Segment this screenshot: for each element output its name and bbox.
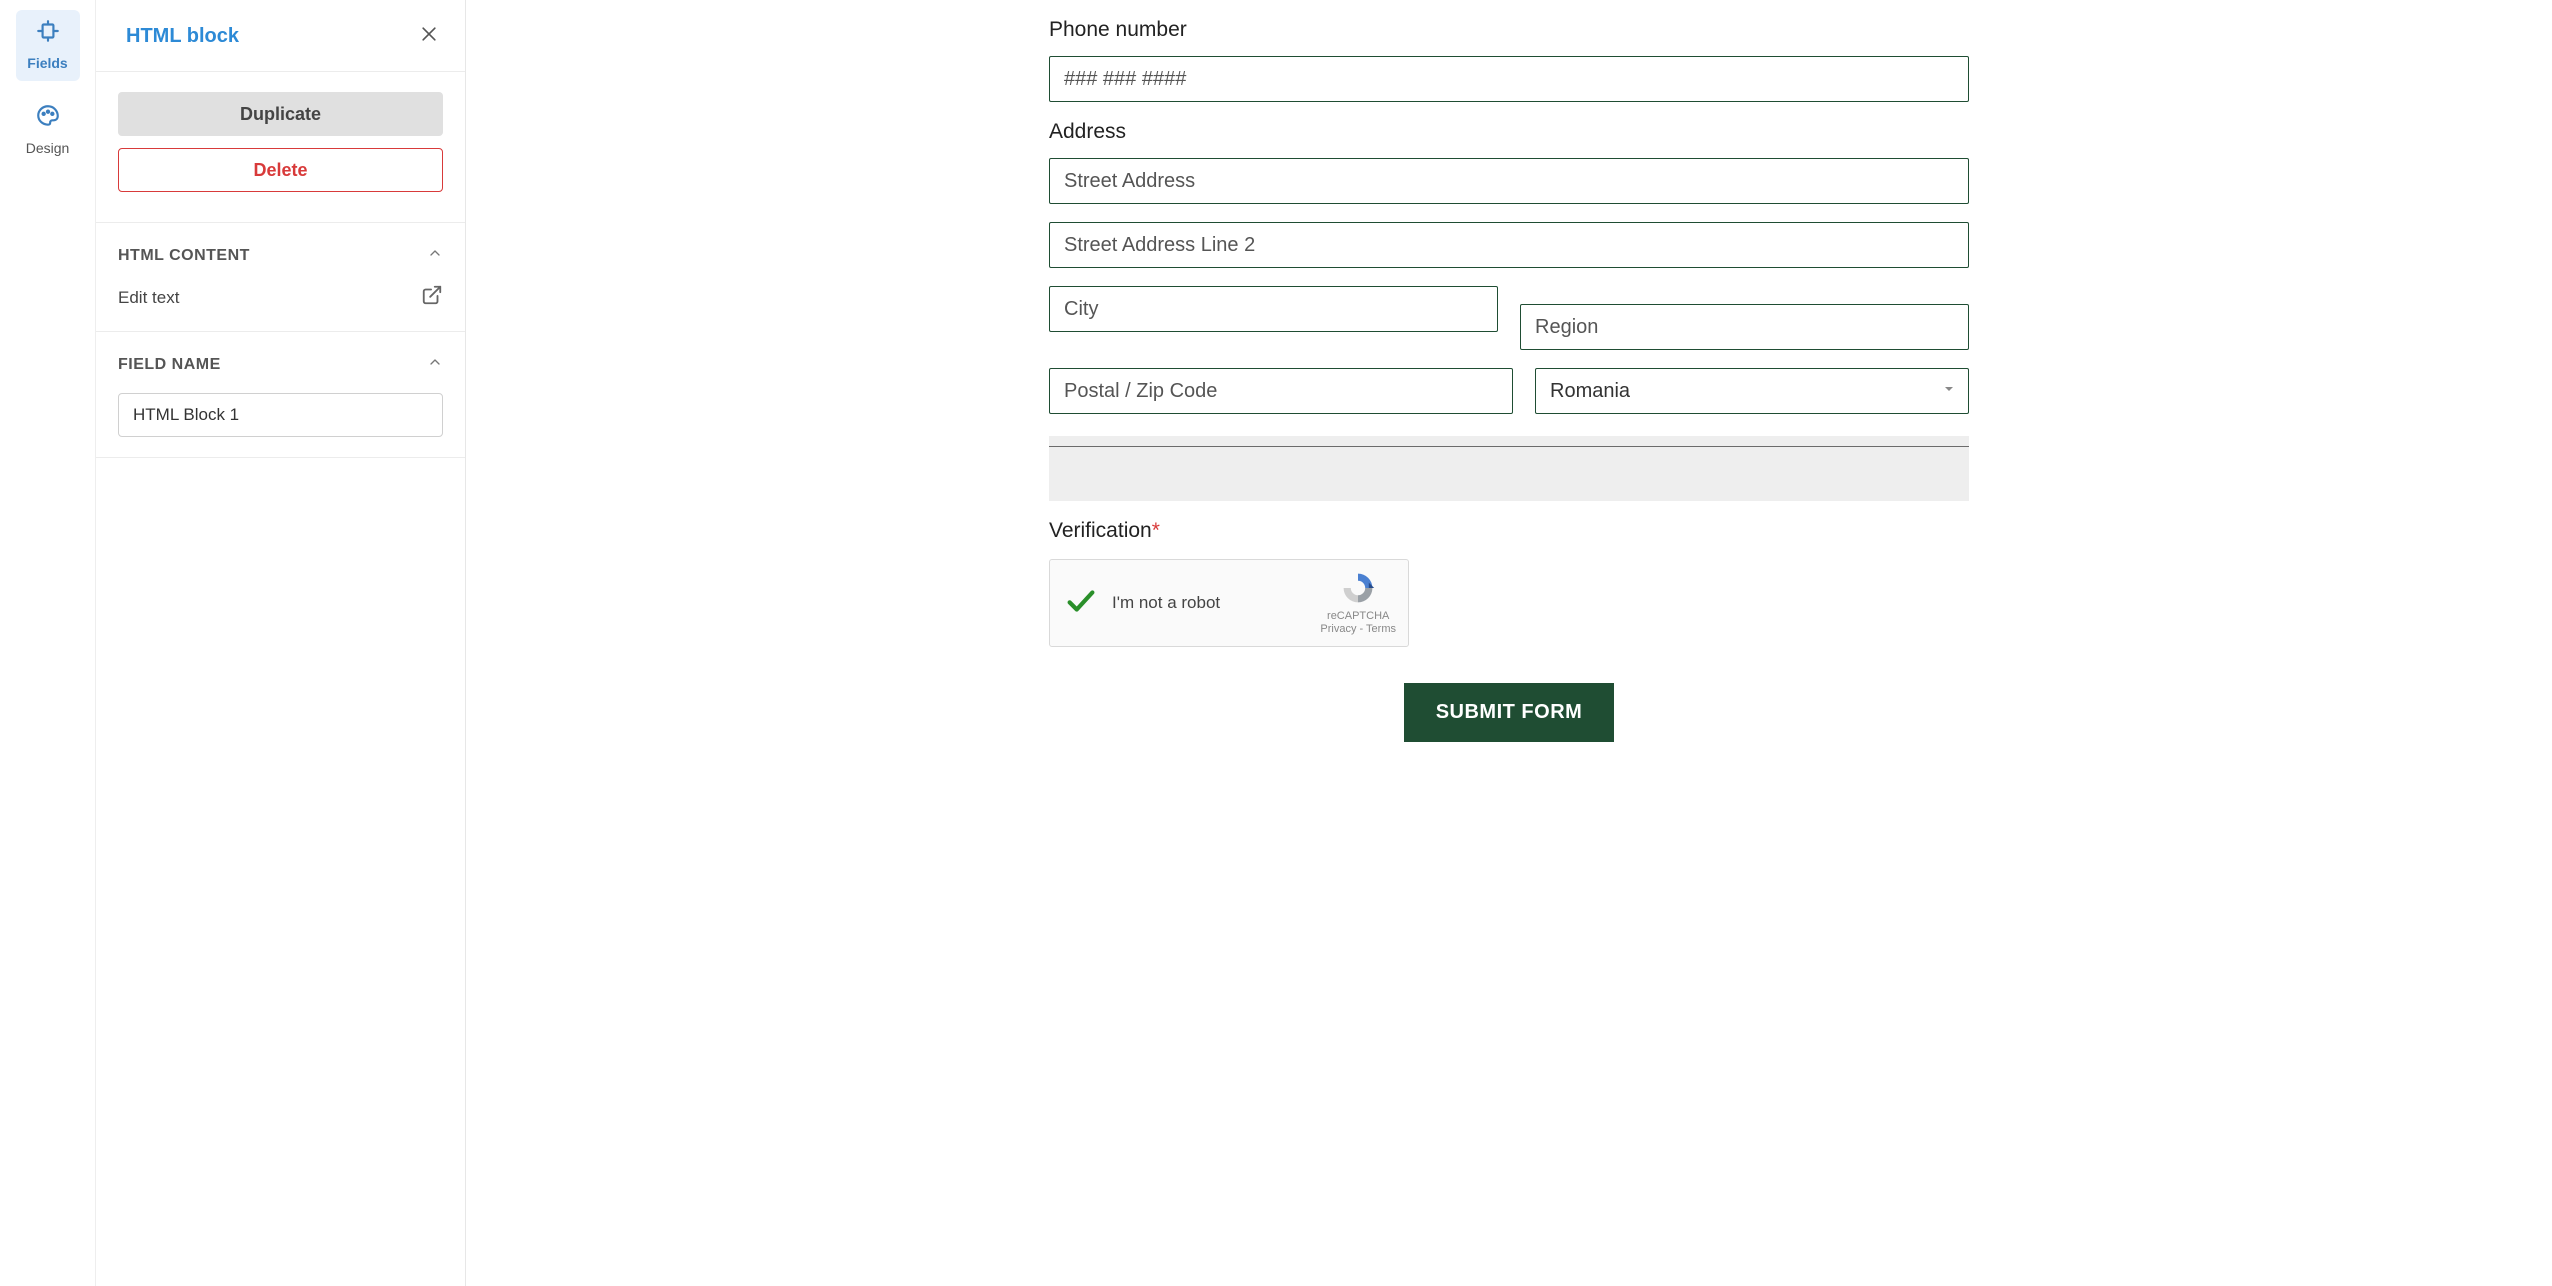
recaptcha-text: I'm not a robot [1112,593,1306,613]
chevron-up-icon [427,245,443,266]
field-name-input[interactable] [118,393,443,437]
section-html-content-header[interactable]: HTML CONTENT [118,245,443,266]
street1-input[interactable] [1049,158,1969,204]
panel-title: HTML block [126,25,239,48]
fields-icon [35,18,61,49]
html-block-selected[interactable] [1049,436,1969,501]
verification-label: Verification* [1049,519,1969,543]
country-select-wrap [1535,368,1969,414]
address-group [1049,158,1969,414]
rail-item-fields-label: Fields [27,55,67,71]
html-block-rule [1049,446,1969,447]
panel-actions: Duplicate Delete [96,72,465,223]
recaptcha-brand: reCAPTCHA Privacy - Terms [1320,570,1396,637]
rail-item-design[interactable]: Design [16,95,80,166]
edit-text-label: Edit text [118,288,179,308]
close-icon[interactable] [415,20,443,53]
section-html-content-title: HTML CONTENT [118,247,250,265]
phone-label: Phone number [1049,18,1969,42]
form-canvas: Phone number Address [466,0,2552,1286]
open-external-icon [421,284,443,311]
phone-input[interactable] [1049,56,1969,102]
chevron-up-icon [427,354,443,375]
panel-header: HTML block [96,0,465,72]
submit-button[interactable]: SUBMIT FORM [1404,683,1615,742]
verification-label-text: Verification [1049,519,1152,542]
left-rail: Fields Design [0,0,96,1286]
address-label: Address [1049,120,1969,144]
postal-input[interactable] [1049,368,1513,414]
section-field-name-title: FIELD NAME [118,356,221,374]
city-input[interactable] [1049,286,1498,332]
palette-icon [35,103,61,134]
section-html-content: HTML CONTENT Edit text [96,223,465,332]
section-field-name-header[interactable]: FIELD NAME [118,354,443,375]
street2-input[interactable] [1049,222,1969,268]
country-select[interactable] [1535,368,1969,414]
recaptcha-brand-text: reCAPTCHA [1327,610,1389,623]
section-field-name: FIELD NAME [96,332,465,458]
recaptcha-links[interactable]: Privacy - Terms [1320,623,1396,636]
duplicate-button[interactable]: Duplicate [118,92,443,136]
property-panel: HTML block Duplicate Delete HTML CONTENT… [96,0,466,1286]
rail-item-fields[interactable]: Fields [16,10,80,81]
rail-item-design-label: Design [26,140,70,156]
recaptcha-icon [1340,570,1376,610]
edit-text-link[interactable]: Edit text [118,284,443,311]
check-icon [1064,584,1098,623]
delete-button[interactable]: Delete [118,148,443,192]
region-input[interactable] [1520,304,1969,350]
recaptcha-box[interactable]: I'm not a robot reCAPTCHA Privacy - Term… [1049,559,1409,647]
required-star: * [1152,519,1160,542]
